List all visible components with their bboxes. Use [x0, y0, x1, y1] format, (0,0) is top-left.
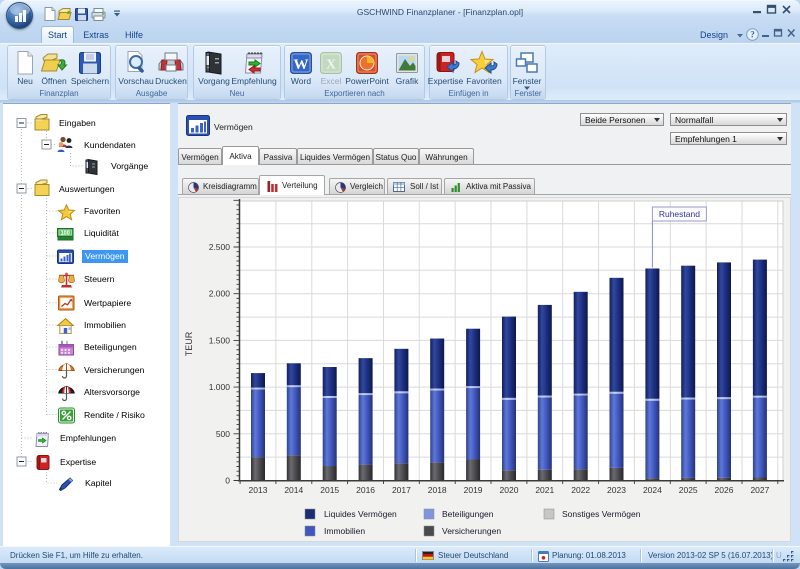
svg-text:2025: 2025 — [679, 485, 698, 495]
svg-text:Beteiligungen: Beteiligungen — [442, 509, 494, 519]
svg-text:2027: 2027 — [750, 485, 769, 495]
svg-text:Versicherungen: Versicherungen — [442, 526, 501, 536]
svg-text:2023: 2023 — [607, 485, 626, 495]
svg-text:2.000: 2.000 — [209, 289, 231, 299]
svg-text:TEUR: TEUR — [184, 331, 194, 356]
svg-text:2026: 2026 — [715, 485, 734, 495]
svg-text:2022: 2022 — [571, 485, 590, 495]
svg-text:2024: 2024 — [643, 485, 662, 495]
svg-text:W: W — [294, 57, 309, 73]
svg-text:2019: 2019 — [464, 485, 483, 495]
svg-text:Liquides Vermögen: Liquides Vermögen — [324, 509, 397, 519]
svg-text:2017: 2017 — [392, 485, 411, 495]
svg-text:0: 0 — [225, 476, 230, 486]
svg-text:2021: 2021 — [535, 485, 554, 495]
svg-text:2015: 2015 — [320, 485, 339, 495]
svg-text:1.500: 1.500 — [209, 335, 231, 345]
svg-text:2018: 2018 — [428, 485, 447, 495]
svg-text:2014: 2014 — [284, 485, 303, 495]
svg-text:2016: 2016 — [356, 485, 375, 495]
svg-text:2020: 2020 — [500, 485, 519, 495]
svg-text:1.000: 1.000 — [209, 382, 231, 392]
svg-text:X: X — [326, 58, 336, 73]
svg-text:Immobilien: Immobilien — [324, 526, 365, 536]
svg-text:Sonstiges Vermögen: Sonstiges Vermögen — [562, 509, 641, 519]
svg-text:2.500: 2.500 — [209, 242, 231, 252]
svg-text:500: 500 — [216, 429, 230, 439]
svg-text:2013: 2013 — [249, 485, 268, 495]
svg-text:Ruhestand: Ruhestand — [659, 209, 700, 219]
svg-text:100: 100 — [61, 231, 70, 237]
svg-text:?: ? — [750, 30, 755, 40]
